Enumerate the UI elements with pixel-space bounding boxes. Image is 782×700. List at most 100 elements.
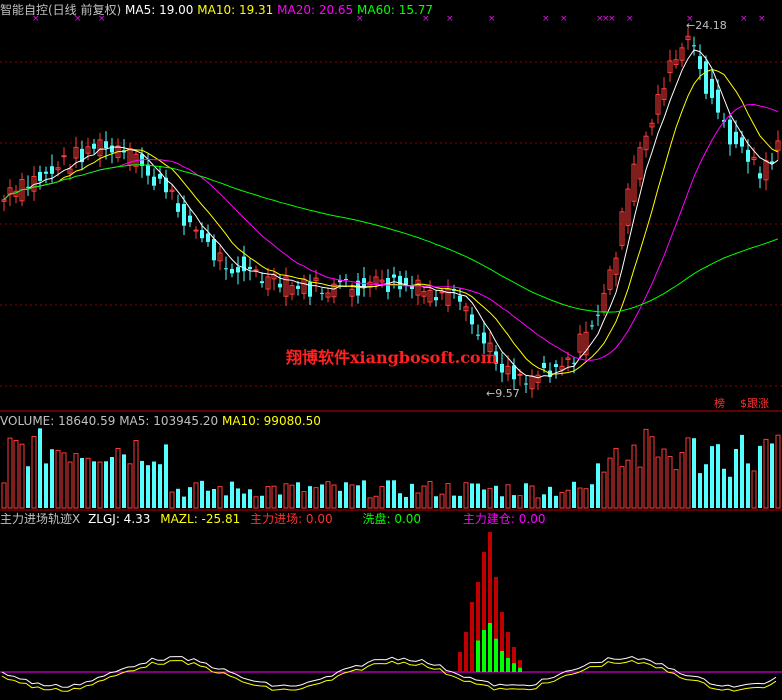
volume-bar bbox=[193, 482, 199, 509]
volume-bar bbox=[169, 491, 175, 509]
volume-bar bbox=[722, 468, 726, 508]
volume-bar bbox=[146, 465, 150, 508]
volume-bar bbox=[92, 461, 96, 508]
candle-body bbox=[61, 155, 67, 158]
volume-bar bbox=[331, 484, 337, 509]
volume-bar bbox=[7, 437, 13, 509]
signal-x-mark: × bbox=[542, 14, 550, 24]
volume-bar bbox=[698, 473, 702, 508]
volume-bar bbox=[50, 449, 54, 508]
candle-body bbox=[728, 119, 732, 145]
candle-body bbox=[146, 164, 150, 176]
indicator-wash-bar bbox=[482, 630, 486, 672]
volume-bar bbox=[379, 486, 385, 509]
volume-bar bbox=[601, 471, 607, 509]
volume-bar bbox=[349, 484, 355, 509]
follow-rise-button[interactable]: $跟涨 bbox=[740, 396, 769, 411]
volume-bar bbox=[445, 483, 451, 509]
candle-body bbox=[500, 363, 504, 373]
indicator-wash-bar bbox=[500, 651, 504, 672]
volume-bar bbox=[559, 491, 565, 509]
volume-bar bbox=[265, 486, 271, 509]
volume-bar bbox=[619, 466, 625, 509]
candle-body bbox=[716, 89, 720, 113]
signal-x-mark: × bbox=[758, 14, 766, 24]
indicator-enter-bar bbox=[464, 632, 468, 672]
volume-bar bbox=[127, 463, 133, 509]
volume-bar bbox=[217, 486, 223, 509]
volume-bar bbox=[704, 464, 708, 508]
volume-bar bbox=[176, 488, 180, 508]
volume-bar bbox=[248, 489, 252, 508]
volume-bar bbox=[452, 495, 456, 508]
signal-x-mark: × bbox=[626, 14, 634, 24]
volume-bar bbox=[164, 444, 168, 508]
candle-body bbox=[44, 171, 48, 174]
candle-body bbox=[224, 268, 228, 270]
candle-body bbox=[278, 283, 282, 288]
volume-bar bbox=[283, 483, 289, 509]
candle-body bbox=[470, 314, 474, 325]
volume-bar bbox=[338, 490, 342, 508]
volume-bar bbox=[487, 487, 493, 509]
ma60-label: MA60: 15.77 bbox=[357, 3, 434, 17]
volume-bar bbox=[512, 495, 516, 508]
candle-body bbox=[596, 314, 600, 316]
candle-body bbox=[260, 281, 264, 284]
volume-bar bbox=[140, 460, 144, 508]
volume-bar bbox=[19, 443, 25, 509]
signal-x-mark: × bbox=[488, 14, 496, 24]
candle-body bbox=[248, 266, 252, 270]
candle-body bbox=[110, 145, 114, 153]
volume-bar bbox=[356, 485, 360, 508]
volume-bar bbox=[110, 456, 114, 508]
volume-bar bbox=[482, 489, 486, 508]
candle-body bbox=[758, 173, 762, 179]
volume-bar bbox=[590, 484, 594, 508]
candle-body bbox=[704, 61, 708, 94]
candle-body bbox=[698, 56, 702, 70]
candle-body bbox=[158, 173, 162, 179]
volume-bar bbox=[716, 444, 720, 508]
volume-bar bbox=[344, 482, 348, 508]
volume-bar bbox=[313, 487, 319, 509]
zlgj-label: ZLGJ: 4.33 bbox=[88, 512, 151, 526]
volume-bar bbox=[122, 454, 126, 508]
volume-bar bbox=[643, 428, 649, 509]
volume-bar bbox=[427, 480, 433, 509]
volume-header: VOLUME: 18640.59 MA5: 103945.20 MA10: 99… bbox=[0, 414, 321, 428]
ma5-label: MA5: 19.00 bbox=[125, 3, 194, 17]
volume-bar bbox=[1, 482, 7, 509]
volume-bar bbox=[434, 496, 438, 508]
rank-button[interactable]: 榜 bbox=[714, 396, 725, 411]
candle-body bbox=[206, 233, 210, 242]
candle-body bbox=[590, 325, 594, 327]
candle-body bbox=[476, 334, 480, 336]
candle-body bbox=[308, 282, 312, 297]
candle-body bbox=[692, 45, 696, 47]
candle-body bbox=[200, 230, 204, 239]
volume-bar bbox=[679, 452, 685, 509]
volume-bar bbox=[212, 488, 216, 508]
volume-bar bbox=[320, 484, 324, 508]
candle-body bbox=[734, 131, 738, 145]
volume-bar bbox=[133, 440, 139, 509]
volume-bar bbox=[386, 480, 390, 508]
volume-bar bbox=[572, 481, 576, 508]
volume-bar bbox=[260, 495, 264, 508]
watermark: 翔博软件xiangbosoft.com bbox=[286, 348, 498, 367]
volume-bar bbox=[583, 488, 589, 509]
enter-label: 主力进场: 0.00 bbox=[250, 512, 333, 526]
stock-title: 智能自控(日线 前复权) bbox=[0, 3, 122, 17]
indicator-close-icon[interactable]: X bbox=[72, 512, 80, 526]
volume-bar bbox=[655, 456, 661, 509]
stock-chart-window: { "price_header": { "title": "智能自控(日线 前复… bbox=[0, 0, 782, 700]
volume-bar bbox=[637, 466, 643, 509]
candle-body bbox=[344, 278, 348, 280]
volume-bar bbox=[308, 486, 312, 508]
candle-body bbox=[482, 332, 486, 344]
candle-body bbox=[236, 267, 240, 273]
volume-bar bbox=[535, 497, 541, 509]
candle-body bbox=[92, 143, 96, 149]
volume-bar bbox=[524, 483, 528, 508]
